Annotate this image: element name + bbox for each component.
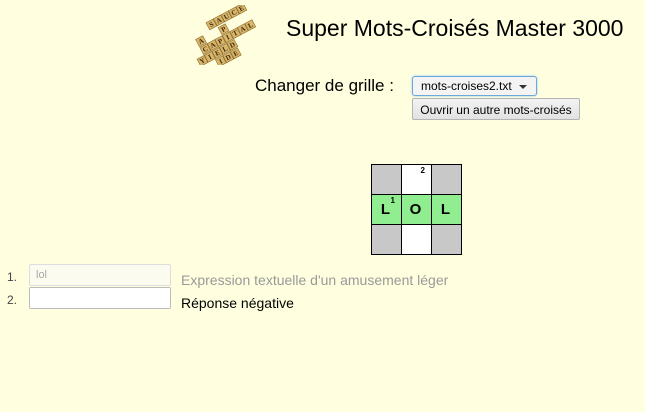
scrabble-logo: S A U C E A P C A P I T A L Y I E L D I … <box>195 5 257 65</box>
crossword-black-cell <box>372 225 402 255</box>
grid-file-selected-value: mots-croises2.txt <box>421 79 512 93</box>
crossword-cell[interactable]: O <box>402 195 432 225</box>
crossword-cell[interactable]: 1L <box>372 195 402 225</box>
page-title: Super Mots-Croisés Master 3000 <box>286 15 624 41</box>
crossword-black-cell <box>372 165 402 195</box>
clue-answer-input[interactable] <box>29 287 171 309</box>
grid-file-select[interactable]: mots-croises2.txt <box>412 76 537 96</box>
cell-letter: L <box>380 201 391 218</box>
crossword-cell[interactable]: 2 <box>402 165 432 195</box>
grid-picker-label: Changer de grille : <box>255 76 394 95</box>
chevron-down-icon <box>519 85 527 89</box>
crossword-cell[interactable]: L <box>432 195 462 225</box>
crossword-grid: 21LOL <box>371 164 462 255</box>
cell-number: 1 <box>390 196 395 205</box>
clue-text: Réponse négative <box>181 295 294 311</box>
crossword-cell[interactable] <box>402 225 432 255</box>
open-other-crossword-button[interactable]: Ouvrir un autre mots-croisés <box>412 98 580 120</box>
clue-text: Expression textuelle d'un amusement lége… <box>181 272 449 288</box>
clue-number: 2. <box>7 293 18 307</box>
app-page: S A U C E A P C A P I T A L Y I E L D I … <box>0 0 645 412</box>
crossword-black-cell <box>432 165 462 195</box>
clue-answer-input[interactable] <box>29 264 171 286</box>
cell-letter: O <box>409 201 422 218</box>
clue-number: 1. <box>7 270 18 284</box>
crossword-black-cell <box>432 225 462 255</box>
cell-letter: L <box>440 201 451 218</box>
cell-number: 2 <box>420 166 425 175</box>
